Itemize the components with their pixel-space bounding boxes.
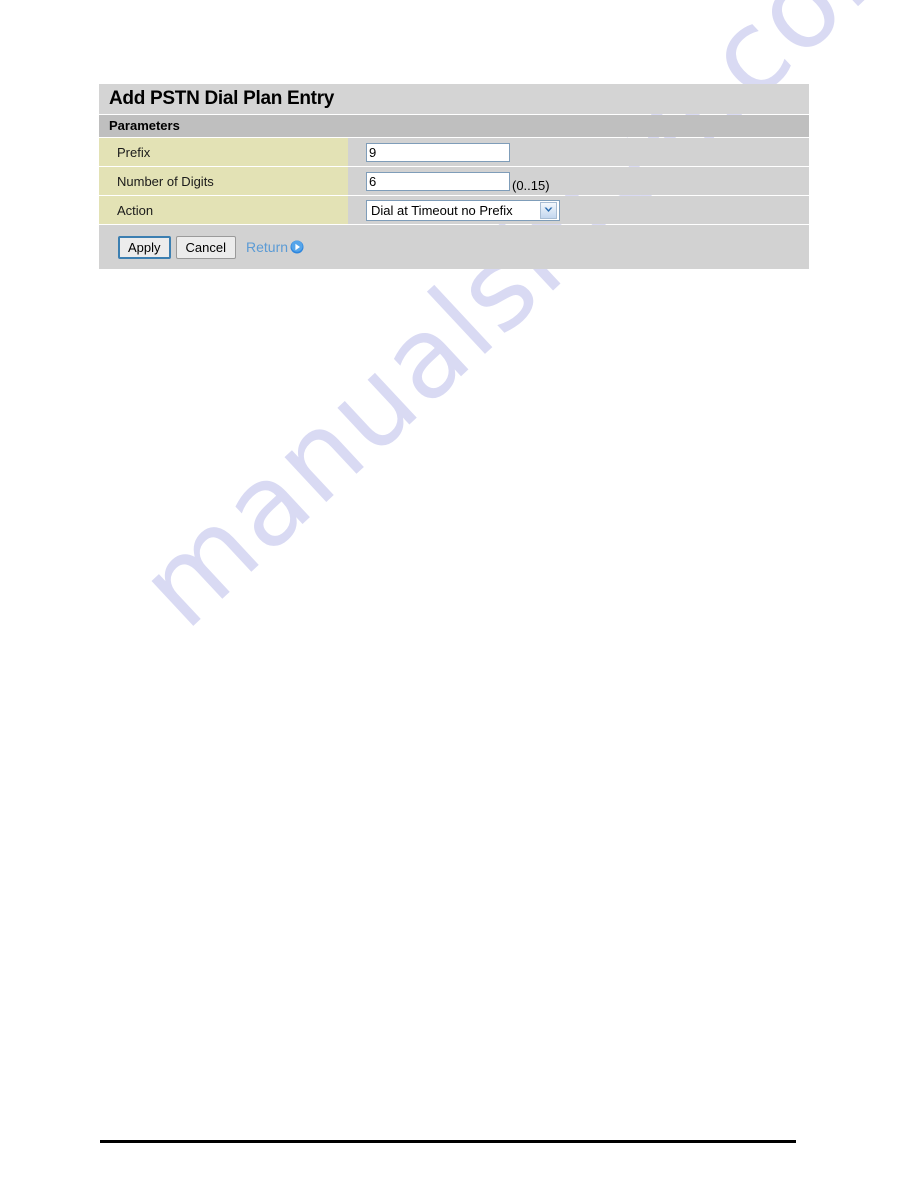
form-row-prefix: Prefix <box>99 138 809 166</box>
action-label: Action <box>99 196 348 224</box>
prefix-label: Prefix <box>99 138 348 166</box>
number-of-digits-input[interactable] <box>366 171 510 191</box>
form-action-bar: Apply Cancel Return <box>99 225 809 269</box>
chevron-down-icon[interactable] <box>540 201 557 219</box>
page-title: Add PSTN Dial Plan Entry <box>99 84 809 114</box>
apply-button[interactable]: Apply <box>118 235 171 259</box>
cancel-button[interactable]: Cancel <box>175 235 236 259</box>
form-row-action: Action Dial at Timeout no Prefix <box>99 196 809 224</box>
form-row-number-of-digits: Number of Digits (0..15) <box>99 167 809 195</box>
action-select[interactable]: Dial at Timeout no Prefix <box>366 199 560 221</box>
number-of-digits-label: Number of Digits <box>99 167 348 195</box>
action-select-value: Dial at Timeout no Prefix <box>371 202 513 218</box>
prefix-field-cell <box>348 138 809 166</box>
footer-divider <box>100 1140 796 1143</box>
action-field-cell: Dial at Timeout no Prefix <box>348 196 809 224</box>
add-pstn-dial-plan-panel: Add PSTN Dial Plan Entry Parameters Pref… <box>99 84 809 269</box>
number-of-digits-field-cell: (0..15) <box>348 167 809 195</box>
return-link[interactable]: Return <box>246 239 304 255</box>
parameters-section-header: Parameters <box>99 115 809 137</box>
prefix-input[interactable] <box>366 142 510 162</box>
return-link-label: Return <box>246 239 289 255</box>
number-of-digits-range-hint: (0..15) <box>512 178 550 193</box>
play-circle-icon <box>290 240 304 254</box>
